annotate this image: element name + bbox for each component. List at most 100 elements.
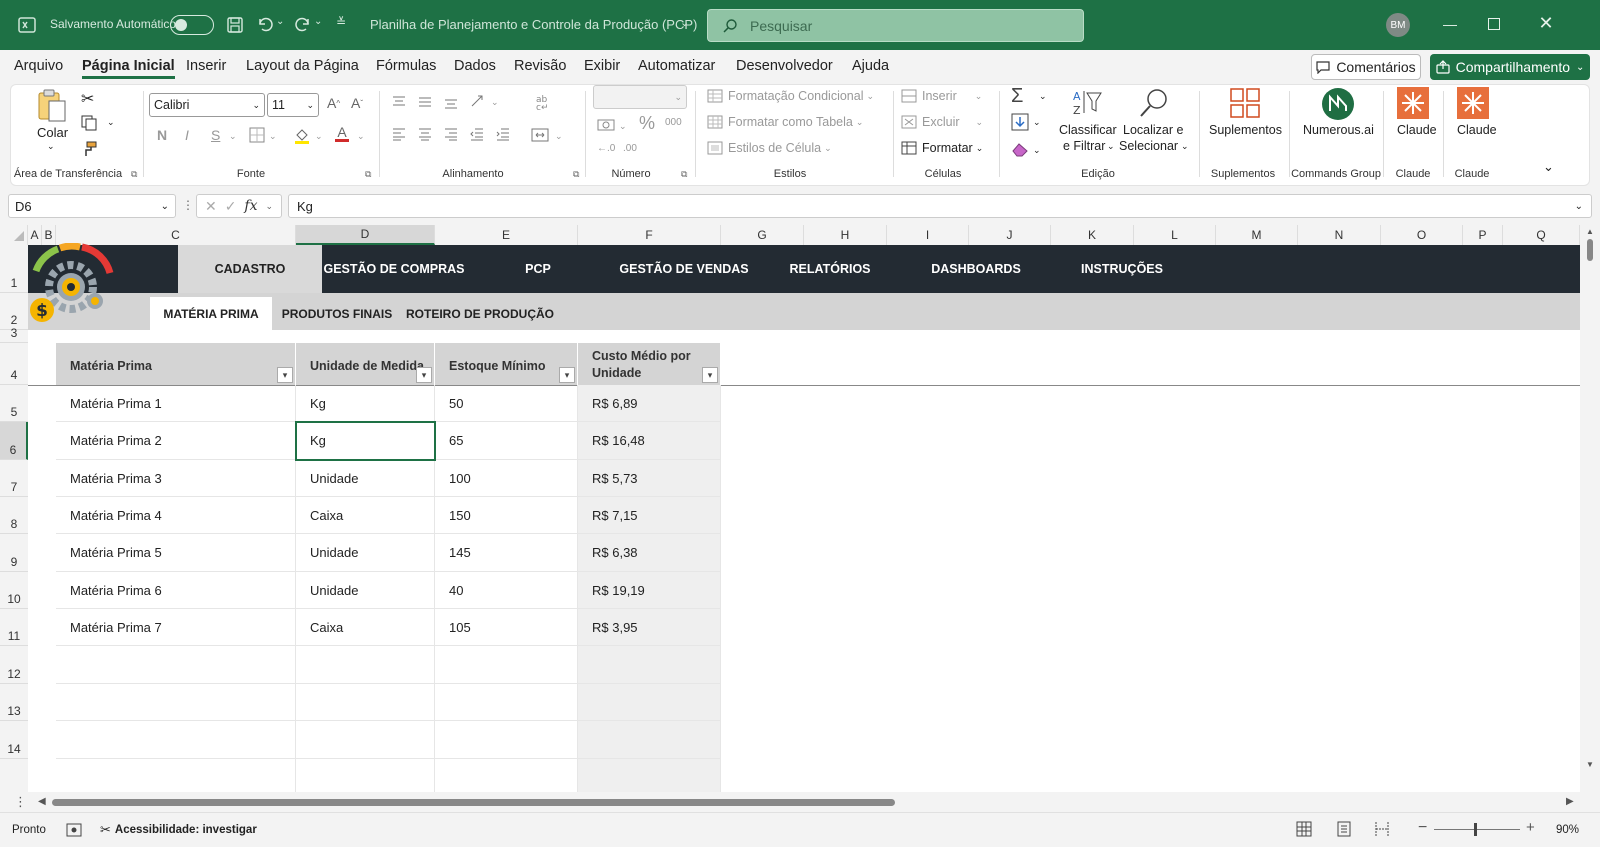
clear-dropdown-icon[interactable]: ⌄ [1033,145,1041,156]
tab-ajuda[interactable]: Ajuda [852,58,889,74]
zoom-slider-thumb[interactable] [1474,823,1477,836]
close-icon[interactable]: ✕ [1536,13,1556,34]
scroll-down-icon[interactable]: ▼ [1586,760,1594,769]
clipboard-launcher-icon[interactable]: ⧉ [131,169,137,180]
name-box[interactable]: D6 ⌄ [8,194,176,218]
row-header[interactable]: 13 [0,684,28,721]
col-header-g[interactable]: G [721,225,804,245]
row-header[interactable] [0,759,28,792]
borders-dropdown-icon[interactable]: ⌄ [269,131,277,142]
zoom-out-icon[interactable]: − [1418,819,1427,837]
sort-filter-label-2[interactable]: e Filtrar [1063,139,1105,153]
fill-icon[interactable] [1011,113,1029,131]
empty-table-cell[interactable] [435,721,578,759]
table-cell[interactable]: Matéria Prima 5 [56,534,296,572]
table-cell[interactable]: Matéria Prima 7 [56,609,296,646]
autosum-dropdown-icon[interactable]: ⌄ [1039,91,1047,102]
page-layout-view-icon[interactable] [1336,821,1352,840]
merge-dropdown-icon[interactable]: ⌄ [555,131,563,142]
empty-table-cell[interactable] [578,759,721,792]
row-header[interactable]: 8 [0,497,28,534]
decrease-indent-icon[interactable] [469,127,485,141]
addins-icon[interactable] [1229,87,1261,119]
empty-table-cell[interactable] [56,646,296,684]
empty-table-cell[interactable] [56,759,296,792]
table-cell[interactable]: Caixa [296,609,435,646]
font-color-icon[interactable]: A [335,125,349,142]
claude-icon[interactable] [1457,87,1489,119]
empty-table-cell[interactable] [435,684,578,721]
insert-function-icon[interactable]: fx [244,198,257,214]
zoom-in-icon[interactable]: + [1526,819,1535,836]
row-header[interactable]: 12 [0,646,28,684]
table-cell[interactable]: Matéria Prima 1 [56,385,296,422]
table-cell[interactable]: R$ 3,95 [578,609,721,646]
underline-dropdown-icon[interactable]: ⌄ [229,131,237,142]
sub-tab-produtos-finais[interactable]: PRODUTOS FINAIS [272,297,402,330]
number-format-select[interactable]: ⌄ [593,85,687,109]
col-header-a[interactable]: A [28,225,42,245]
claude-button-2[interactable]: Claude [1457,123,1497,137]
claude-icon[interactable] [1397,87,1429,119]
align-bottom-icon[interactable] [443,95,459,109]
table-cell[interactable]: 65 [435,422,578,460]
table-cell[interactable]: 105 [435,609,578,646]
table-cell[interactable]: R$ 19,19 [578,572,721,609]
borders-icon[interactable] [249,127,265,143]
col-header-n[interactable]: N [1298,225,1381,245]
vertical-scroll-thumb[interactable] [1587,239,1593,261]
font-size-select[interactable]: 11 ⌄ [267,93,319,117]
table-cell[interactable]: 145 [435,534,578,572]
empty-table-cell[interactable] [56,721,296,759]
col-header-f[interactable]: F [578,225,721,245]
empty-table-cell[interactable] [435,759,578,792]
file-name-chevron-icon[interactable]: ⌄ [680,16,689,29]
format-cells-button[interactable]: Formatar ⌄ [901,141,983,155]
nav-tab-cadastro[interactable]: CADASTRO [178,245,322,293]
cut-icon[interactable]: ✂ [81,89,94,109]
macro-record-icon[interactable] [66,823,82,840]
align-left-icon[interactable] [391,127,407,141]
row-header[interactable]: 3 [0,326,28,343]
tab-layout-da-pagina[interactable]: Layout da Página [246,58,359,74]
empty-table-cell[interactable] [296,646,435,684]
insert-cells-button[interactable]: Inserir ⌄ [901,89,982,103]
col-header-h[interactable]: H [804,225,887,245]
accounting-dropdown-icon[interactable]: ⌄ [619,121,627,132]
col-header-m[interactable]: M [1216,225,1298,245]
numerous-button[interactable]: Numerous.ai [1303,123,1374,137]
col-header-l[interactable]: L [1134,225,1216,245]
nav-tab-gestao-de-vendas[interactable]: GESTÃO DE VENDAS [610,245,758,293]
fill-color-dropdown-icon[interactable]: ⌄ [315,131,323,142]
row-header[interactable]: 1 [0,245,28,293]
avatar[interactable]: BM [1386,13,1410,37]
cell-styles-button[interactable]: Estilos de Célula ⌄ [707,141,832,155]
table-cell[interactable]: 50 [435,385,578,422]
find-select-icon[interactable] [1137,87,1171,119]
alignment-launcher-icon[interactable]: ⧉ [573,169,579,180]
fill-color-icon[interactable] [293,127,311,145]
tab-exibir[interactable]: Exibir [584,58,620,74]
paste-label[interactable]: Colar [37,125,68,140]
claude-button-1[interactable]: Claude [1397,123,1437,137]
delete-cells-button[interactable]: Excluir ⌄ [901,115,983,129]
percent-button[interactable]: % [639,113,655,134]
col-header-i[interactable]: I [887,225,969,245]
scroll-right-icon[interactable]: ▶ [1566,796,1574,807]
autosave-toggle[interactable] [170,15,214,35]
sheet-options-icon[interactable]: ⋮ [14,794,27,810]
thousands-button[interactable]: 000 [665,117,682,128]
accounting-format-icon[interactable] [597,117,615,133]
font-launcher-icon[interactable]: ⧉ [365,169,371,180]
find-select-dropdown-icon[interactable]: ⌄ [1181,141,1189,152]
horizontal-scroll-thumb[interactable] [52,799,895,806]
italic-button[interactable]: I [185,127,189,143]
conditional-formatting-button[interactable]: Formatação Condicional ⌄ [707,89,874,103]
tab-desenvolvedor[interactable]: Desenvolvedor [736,58,833,74]
empty-table-cell[interactable] [296,684,435,721]
clear-icon[interactable] [1011,141,1029,157]
table-cell[interactable]: 40 [435,572,578,609]
row-header[interactable]: 4 [0,343,28,385]
fill-dropdown-icon[interactable]: ⌄ [1033,117,1041,128]
row-header[interactable]: 14 [0,721,28,759]
